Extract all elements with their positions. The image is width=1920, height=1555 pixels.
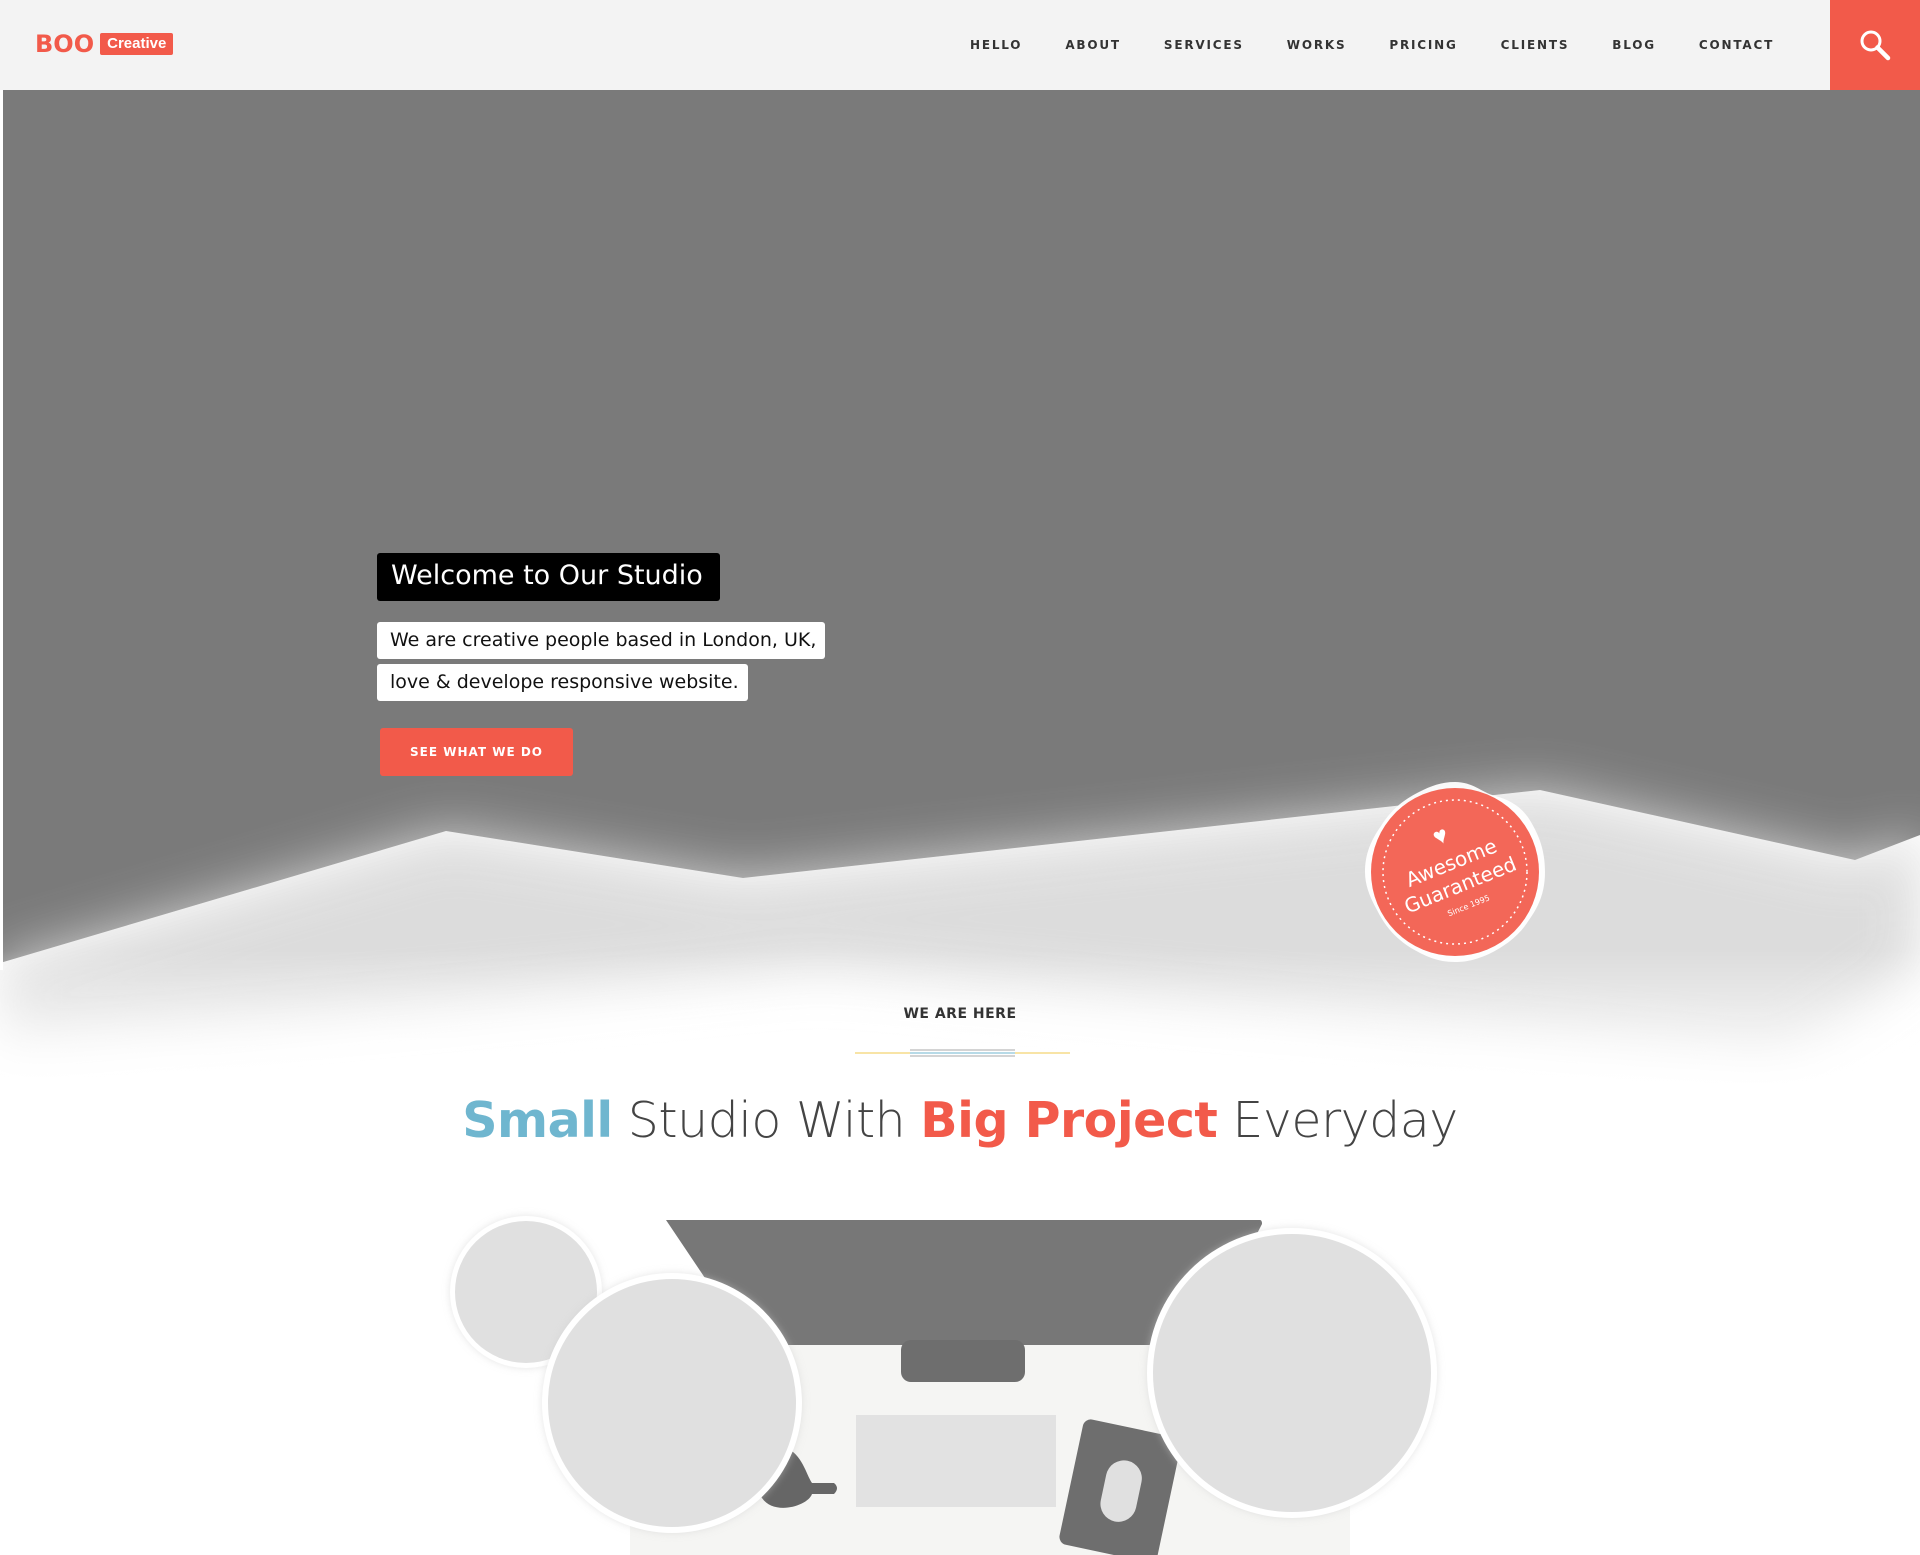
page: BOO Creative HELLO ABOUT SERVICES WORKS …	[0, 0, 1920, 1555]
hero-title: Welcome to Our Studio	[377, 553, 720, 601]
hero-section: Welcome to Our Studio We are creative pe…	[0, 90, 1920, 1090]
search-button[interactable]	[1830, 0, 1920, 90]
headline-studio-with: Studio With	[612, 1092, 921, 1149]
heart-icon: ♥	[1428, 820, 1453, 852]
nav-works[interactable]: WORKS	[1287, 38, 1347, 52]
hero-background	[0, 90, 1920, 1090]
section-headline: Small Studio With Big Project Everyday	[0, 1092, 1920, 1149]
logo-tag: Creative	[100, 33, 174, 55]
headline-big-project: Big Project	[920, 1092, 1218, 1149]
nav-about[interactable]: ABOUT	[1065, 38, 1121, 52]
hero-tagline-line2: love & develope responsive website.	[377, 664, 748, 701]
headline-everyday: Everyday	[1217, 1092, 1458, 1149]
main-nav: HELLO ABOUT SERVICES WORKS PRICING CLIEN…	[970, 0, 1817, 90]
nav-hello[interactable]: HELLO	[970, 38, 1022, 52]
search-icon	[1860, 30, 1891, 61]
headline-small: Small	[462, 1092, 613, 1149]
see-what-we-do-button[interactable]: SEE WHAT WE DO	[380, 728, 573, 776]
section-divider	[855, 1049, 1070, 1057]
hero-tagline-line1: We are creative people based in London, …	[377, 622, 826, 659]
awesome-guaranteed-badge: ♥ Awesome Guaranteed Since 1995	[1363, 780, 1547, 964]
nav-contact[interactable]: CONTACT	[1699, 38, 1774, 52]
nav-blog[interactable]: BLOG	[1612, 38, 1656, 52]
logo-main: BOO	[35, 30, 95, 58]
nav-clients[interactable]: CLIENTS	[1501, 38, 1570, 52]
nav-services[interactable]: SERVICES	[1164, 38, 1244, 52]
site-header: BOO Creative HELLO ABOUT SERVICES WORKS …	[0, 0, 1920, 90]
desk-illustration	[450, 1216, 1437, 1555]
logo[interactable]: BOO Creative	[35, 30, 174, 58]
nav-pricing[interactable]: PRICING	[1389, 38, 1457, 52]
section-kicker: WE ARE HERE	[903, 1006, 1017, 1022]
